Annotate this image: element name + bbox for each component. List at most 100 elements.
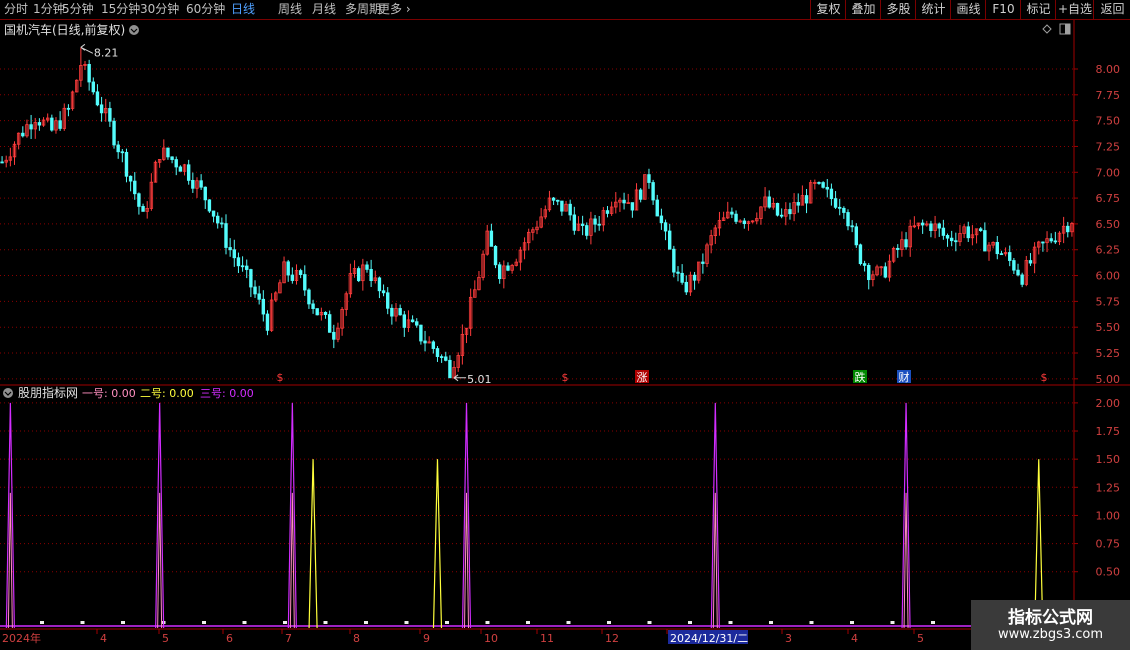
candle-body-253 [1049, 238, 1053, 242]
candle-body-248 [1028, 260, 1033, 264]
candle-body-141 [585, 225, 589, 236]
candle-body-218 [904, 239, 908, 248]
candle-body-61 [253, 286, 257, 295]
price-tick-label-2: 7.50 [1096, 115, 1121, 128]
candle-body-227 [941, 227, 946, 236]
candle-body-28 [116, 144, 120, 153]
watermark-title: 指标公式网 [1008, 608, 1093, 628]
baseline-dot-15 [647, 621, 652, 624]
candle-body-208 [862, 263, 867, 266]
price-tick-label-1: 7.75 [1096, 89, 1121, 102]
candle-body-138 [572, 214, 577, 231]
price-tick-label-4: 7.00 [1096, 166, 1121, 179]
candle-body-63 [261, 298, 266, 315]
candle-body-198 [821, 182, 825, 188]
candle-body-64 [265, 313, 270, 331]
candle-body-51 [211, 210, 216, 217]
candle-body-30 [124, 151, 129, 177]
indicator-dropdown-icon[interactable] [3, 388, 13, 398]
candle-body-144 [597, 223, 601, 226]
candle-body-157 [651, 182, 655, 201]
candle-body-233 [966, 226, 970, 239]
candle-body-72 [298, 270, 303, 275]
baseline-dot-5 [242, 621, 247, 624]
indicator-legend-1: 二号: 0.00 [140, 387, 194, 400]
baseline-dot-9 [404, 621, 409, 624]
candle-body-93 [386, 292, 390, 309]
baseline-dot-11 [485, 621, 490, 624]
baseline-dot-6 [283, 621, 287, 624]
candle-body-34 [141, 206, 145, 212]
min-price-arrow [453, 374, 467, 382]
candle-body-50 [207, 199, 212, 212]
candle-body-237 [983, 230, 987, 252]
baseline-dot-21 [890, 621, 895, 624]
candlestick-series: 8.21 5.01 [0, 43, 1074, 386]
ind-tick-label-0: 2.00 [1096, 397, 1121, 410]
candle-body-133 [551, 197, 556, 201]
candle-body-134 [556, 199, 560, 202]
candle-body-205 [850, 225, 854, 228]
ind-tick-label-4: 1.00 [1096, 509, 1121, 522]
candle-body-192 [796, 202, 800, 206]
candle-body-177 [734, 213, 738, 222]
candle-body-56 [232, 249, 236, 259]
candle-body-207 [858, 244, 863, 265]
candle-body-137 [568, 203, 572, 216]
candle-body-79 [327, 314, 332, 333]
price-axis-labels: 8.00 7.75 7.50 7.25 7.00 6.75 6.50 6.25 6.00 5.75… [1074, 63, 1120, 386]
ind-tick-label-1: 1.75 [1096, 425, 1121, 438]
baseline-dot-16 [688, 621, 692, 624]
ind-tick-label-2: 1.50 [1096, 453, 1121, 466]
candle-body-91 [377, 277, 382, 292]
candle-body-162 [672, 248, 676, 273]
baseline-dot-20 [850, 621, 854, 624]
event-marker-4: 财 [899, 370, 910, 384]
event-marker-5: $ [1041, 371, 1048, 384]
event-marker-3: 跌 [855, 370, 866, 384]
candle-body-169 [701, 261, 705, 264]
event-markers: $ $ 涨 跌 财 $ [277, 370, 1048, 384]
candle-body-26 [108, 108, 112, 122]
candle-body-102 [423, 340, 427, 344]
candle-body-209 [867, 264, 871, 281]
candle-body-73 [303, 274, 307, 291]
diamond-icon[interactable] [1042, 24, 1052, 34]
candle-body-146 [605, 210, 610, 214]
candle-body-176 [730, 211, 734, 215]
candle-body-104 [431, 341, 436, 349]
baseline-dot-4 [202, 621, 206, 624]
candle-body-197 [817, 182, 821, 184]
candle-body-12 [50, 117, 54, 131]
candle-body-201 [833, 198, 838, 208]
indicator-title: 股朋指标网 [18, 385, 78, 400]
dropdown-icon[interactable] [129, 25, 139, 35]
price-tick-label-8: 6.00 [1096, 270, 1121, 283]
candle-body-16 [66, 107, 71, 110]
candle-body-52 [216, 215, 220, 224]
candle-body-152 [630, 202, 635, 211]
price-tick-label-6: 6.50 [1096, 218, 1121, 231]
candle-body-31 [128, 175, 133, 182]
date-label-1: 4 [100, 632, 107, 645]
candle-body-33 [137, 193, 141, 207]
indicator-legend-0: 一号: 0.00 [82, 387, 136, 400]
candle-body-41 [170, 156, 174, 160]
candle-body-143 [593, 218, 597, 225]
ind-tick-label-5: 0.75 [1096, 538, 1121, 551]
candle-body-228 [945, 235, 950, 239]
candle-body-222 [920, 222, 925, 226]
price-tick-label-10: 5.50 [1096, 321, 1121, 334]
ind-tick-label-6: 0.50 [1096, 566, 1121, 579]
candle-body-236 [978, 228, 983, 231]
event-marker-2: 涨 [637, 371, 648, 384]
candle-body-99 [410, 319, 415, 323]
candle-body-40 [166, 147, 170, 158]
candle-body-101 [419, 324, 423, 342]
candle-body-203 [842, 207, 846, 213]
candle-body-100 [415, 321, 419, 326]
stock-chart: 8.21 5.01 8.00 7.75 7.50 7.25 7.00 6.75 6.50 6.2… [0, 20, 1130, 650]
ind-tick-label-3: 1.25 [1096, 481, 1121, 494]
candle-body-0 [0, 161, 4, 164]
candle-body-251 [1041, 241, 1045, 244]
